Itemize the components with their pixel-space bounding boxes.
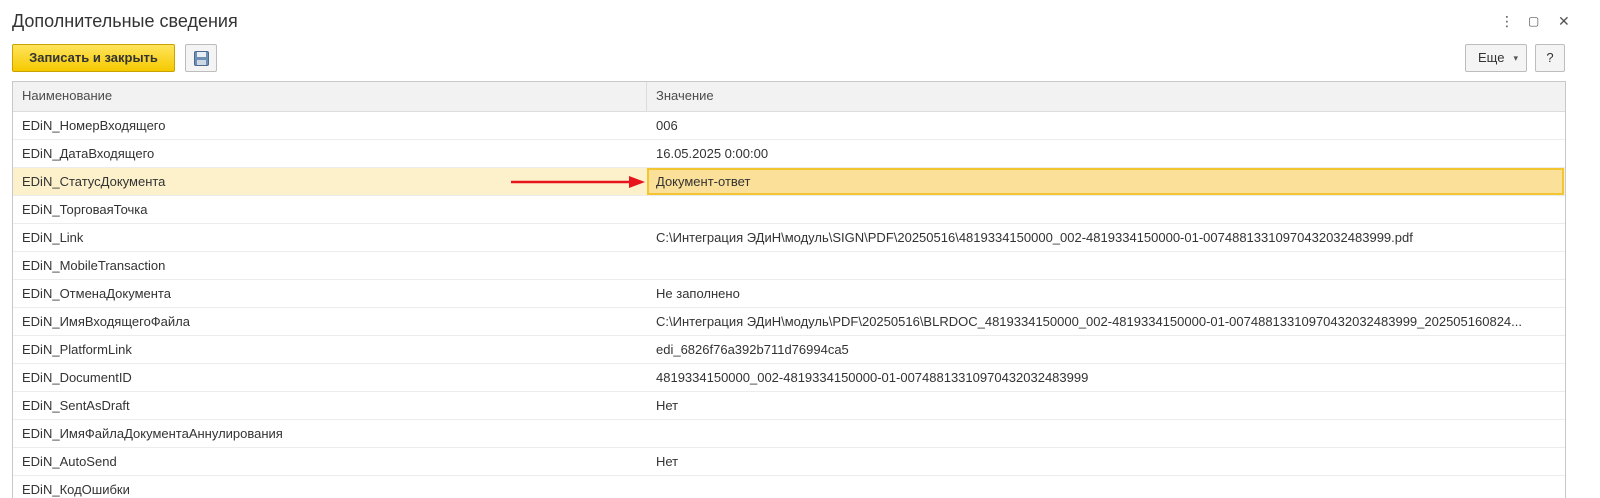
table-row-selected[interactable]: EDiN_СтатусДокумента Документ-ответ: [13, 168, 1565, 196]
property-value-cell[interactable]: [647, 420, 1565, 447]
property-value-cell[interactable]: Документ-ответ: [647, 168, 1564, 195]
table-row[interactable]: EDiN_MobileTransaction: [13, 252, 1565, 280]
property-name-cell[interactable]: EDiN_DocumentID: [13, 364, 647, 391]
table-row[interactable]: EDiN_Link C:\Интеграция ЭДиН\модуль\SIGN\…: [13, 224, 1565, 252]
property-name-cell[interactable]: EDiN_ДатаВходящего: [13, 140, 647, 167]
column-header-name[interactable]: Наименование: [13, 82, 647, 111]
property-name-cell[interactable]: EDiN_ИмяВходящегоФайла: [13, 308, 647, 335]
table-row[interactable]: EDiN_ОтменаДокумента Не заполнено: [13, 280, 1565, 308]
help-button[interactable]: ?: [1535, 44, 1565, 72]
properties-table: Наименование Значение EDiN_НомерВходящег…: [12, 81, 1566, 498]
property-name-cell[interactable]: EDiN_ТорговаяТочка: [13, 196, 647, 223]
table-row[interactable]: EDiN_DocumentID 4819334150000_002-4819334…: [13, 364, 1565, 392]
table-header: Наименование Значение: [13, 82, 1565, 112]
close-window-icon[interactable]: ✕: [1558, 12, 1570, 30]
table-row[interactable]: EDiN_PlatformLink edi_6826f76a392b711d769…: [13, 336, 1565, 364]
save-and-close-button[interactable]: Записать и закрыть: [12, 44, 175, 72]
property-name-cell[interactable]: EDiN_MobileTransaction: [13, 252, 647, 279]
more-menu-button[interactable]: Еще ▾: [1465, 44, 1527, 72]
property-name-cell[interactable]: EDiN_ИмяФайлаДокументаАннулирования: [13, 420, 647, 447]
form-title: Дополнительные сведения: [12, 11, 238, 31]
table-row[interactable]: EDiN_КодОшибки: [13, 476, 1565, 498]
red-arrow-annotation: [511, 176, 645, 188]
property-value-cell[interactable]: [647, 476, 1565, 498]
save-button[interactable]: [185, 44, 217, 72]
restore-window-icon[interactable]: ▢: [1528, 12, 1539, 30]
property-name-cell[interactable]: EDiN_ОтменаДокумента: [13, 280, 647, 307]
property-value-cell[interactable]: C:\Интеграция ЭДиН\модуль\PDF\20250516\B…: [647, 308, 1565, 335]
chevron-down-icon: ▾: [1513, 53, 1518, 63]
table-row[interactable]: EDiN_НомерВходящего 006: [13, 112, 1565, 140]
property-value-cell[interactable]: 006: [647, 112, 1565, 139]
property-value-cell[interactable]: Нет: [647, 448, 1565, 475]
property-name-cell[interactable]: EDiN_Link: [13, 224, 647, 251]
property-name-cell[interactable]: EDiN_SentAsDraft: [13, 392, 647, 419]
property-name-cell[interactable]: EDiN_AutoSend: [13, 448, 647, 475]
property-value-cell[interactable]: 4819334150000_002-4819334150000-01-00748…: [647, 364, 1565, 391]
table-row[interactable]: EDiN_SentAsDraft Нет: [13, 392, 1565, 420]
property-value-cell[interactable]: [647, 196, 1565, 223]
table-row[interactable]: EDiN_ТорговаяТочка: [13, 196, 1565, 224]
property-name-cell[interactable]: EDiN_КодОшибки: [13, 476, 647, 498]
table-row[interactable]: EDiN_AutoSend Нет: [13, 448, 1565, 476]
property-value-cell[interactable]: [647, 252, 1565, 279]
property-value-cell[interactable]: 16.05.2025 0:00:00: [647, 140, 1565, 167]
floppy-disk-icon: [194, 51, 209, 66]
property-value-cell[interactable]: Не заполнено: [647, 280, 1565, 307]
property-value-cell[interactable]: Нет: [647, 392, 1565, 419]
property-name-cell[interactable]: EDiN_PlatformLink: [13, 336, 647, 363]
more-menu-label: Еще: [1478, 50, 1505, 65]
table-row[interactable]: EDiN_ДатаВходящего 16.05.2025 0:00:00: [13, 140, 1565, 168]
table-row[interactable]: EDiN_ИмяФайлаДокументаАннулирования: [13, 420, 1565, 448]
more-actions-icon[interactable]: ⋮: [1500, 12, 1514, 30]
property-name-cell[interactable]: EDiN_НомерВходящего: [13, 112, 647, 139]
property-value-cell[interactable]: C:\Интеграция ЭДиН\модуль\SIGN\PDF\20250…: [647, 224, 1565, 251]
table-row[interactable]: EDiN_ИмяВходящегоФайла C:\Интеграция ЭДиН…: [13, 308, 1565, 336]
column-header-value[interactable]: Значение: [647, 82, 1565, 111]
property-value-cell[interactable]: edi_6826f76a392b711d76994ca5: [647, 336, 1565, 363]
